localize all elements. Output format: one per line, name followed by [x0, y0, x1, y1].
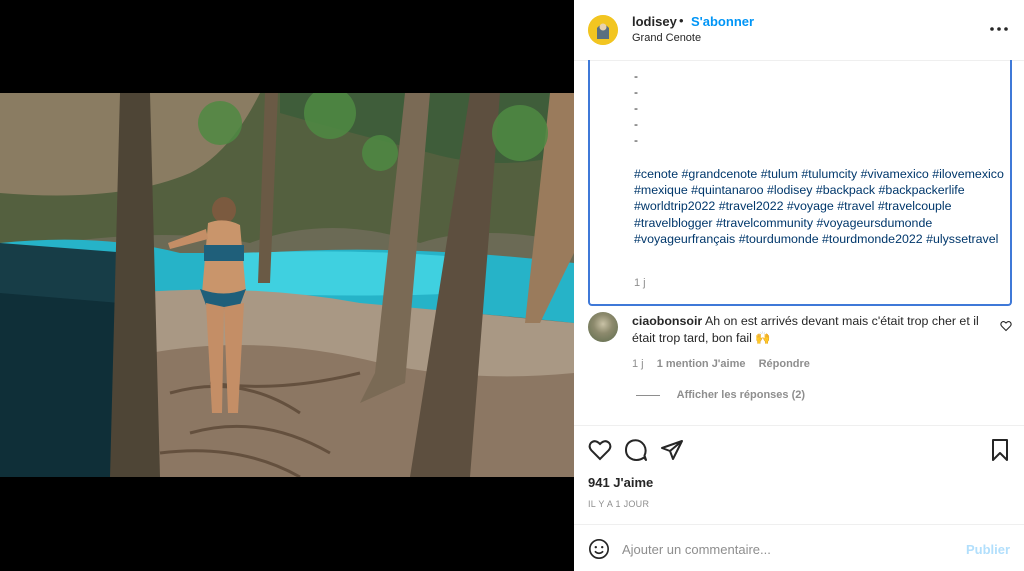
reply-button[interactable]: Répondre [759, 358, 810, 370]
likes-count[interactable]: 941 J'aime [588, 475, 653, 490]
post-photo[interactable] [0, 93, 574, 477]
instagram-post-viewer: lodisey • S'abonner Grand Cenote - - - -… [0, 0, 1024, 571]
comment-time[interactable]: 1 j [632, 358, 644, 370]
caption-focus-box: - - - - - #cenote #grandcenote #tulum #t… [588, 60, 1012, 306]
post-age[interactable]: IL Y A 1 JOUR [588, 499, 649, 509]
follow-button[interactable]: S'abonner [691, 14, 754, 29]
caption-dash: - [634, 101, 638, 115]
caption-hashtags[interactable]: #cenote #grandcenote #tulum #tulumcity #… [634, 166, 1006, 247]
comment-composer: Publier [574, 524, 1024, 571]
comment-likes-count[interactable]: 1 mention J'aime [657, 358, 746, 370]
more-options-icon[interactable] [986, 22, 1012, 36]
view-replies-button[interactable]: Afficher les réponses (2) [636, 389, 805, 401]
emoji-smiley-icon[interactable] [588, 538, 610, 560]
caption-dash: - [634, 133, 638, 147]
caption-time[interactable]: 1 j [634, 277, 646, 289]
replies-divider-line [636, 394, 660, 396]
post-header: lodisey • S'abonner Grand Cenote [574, 0, 1024, 61]
save-bookmark-icon[interactable] [988, 438, 1012, 462]
view-replies-label: Afficher les réponses (2) [676, 389, 806, 401]
post-side-panel: lodisey • S'abonner Grand Cenote - - - -… [574, 0, 1024, 571]
post-location[interactable]: Grand Cenote [632, 32, 701, 44]
caption-dash: - [634, 85, 638, 99]
comment-body: ciaobonsoir Ah on est arrivés devant mai… [632, 313, 992, 347]
like-heart-icon[interactable] [588, 438, 612, 462]
comment-like-heart-icon[interactable] [1000, 320, 1012, 332]
publish-button[interactable]: Publier [966, 542, 1010, 557]
cenote-illustration [0, 93, 574, 477]
caption-dash: - [634, 69, 638, 83]
author-avatar[interactable] [588, 15, 618, 45]
comment-meta: 1 j 1 mention J'aime Répondre [632, 358, 820, 370]
author-username[interactable]: lodisey [632, 14, 677, 29]
media-pane [0, 0, 574, 571]
separator-dot: • [679, 13, 684, 28]
avatar-illustration [588, 15, 618, 45]
comment-bubble-icon[interactable] [624, 438, 648, 462]
commenter-username[interactable]: ciaobonsoir [632, 314, 702, 328]
share-send-icon[interactable] [660, 438, 684, 462]
comment-input[interactable] [622, 537, 952, 561]
caption-dash: - [634, 117, 638, 131]
commenter-avatar[interactable] [588, 312, 618, 342]
post-actions-bar [574, 425, 1024, 465]
